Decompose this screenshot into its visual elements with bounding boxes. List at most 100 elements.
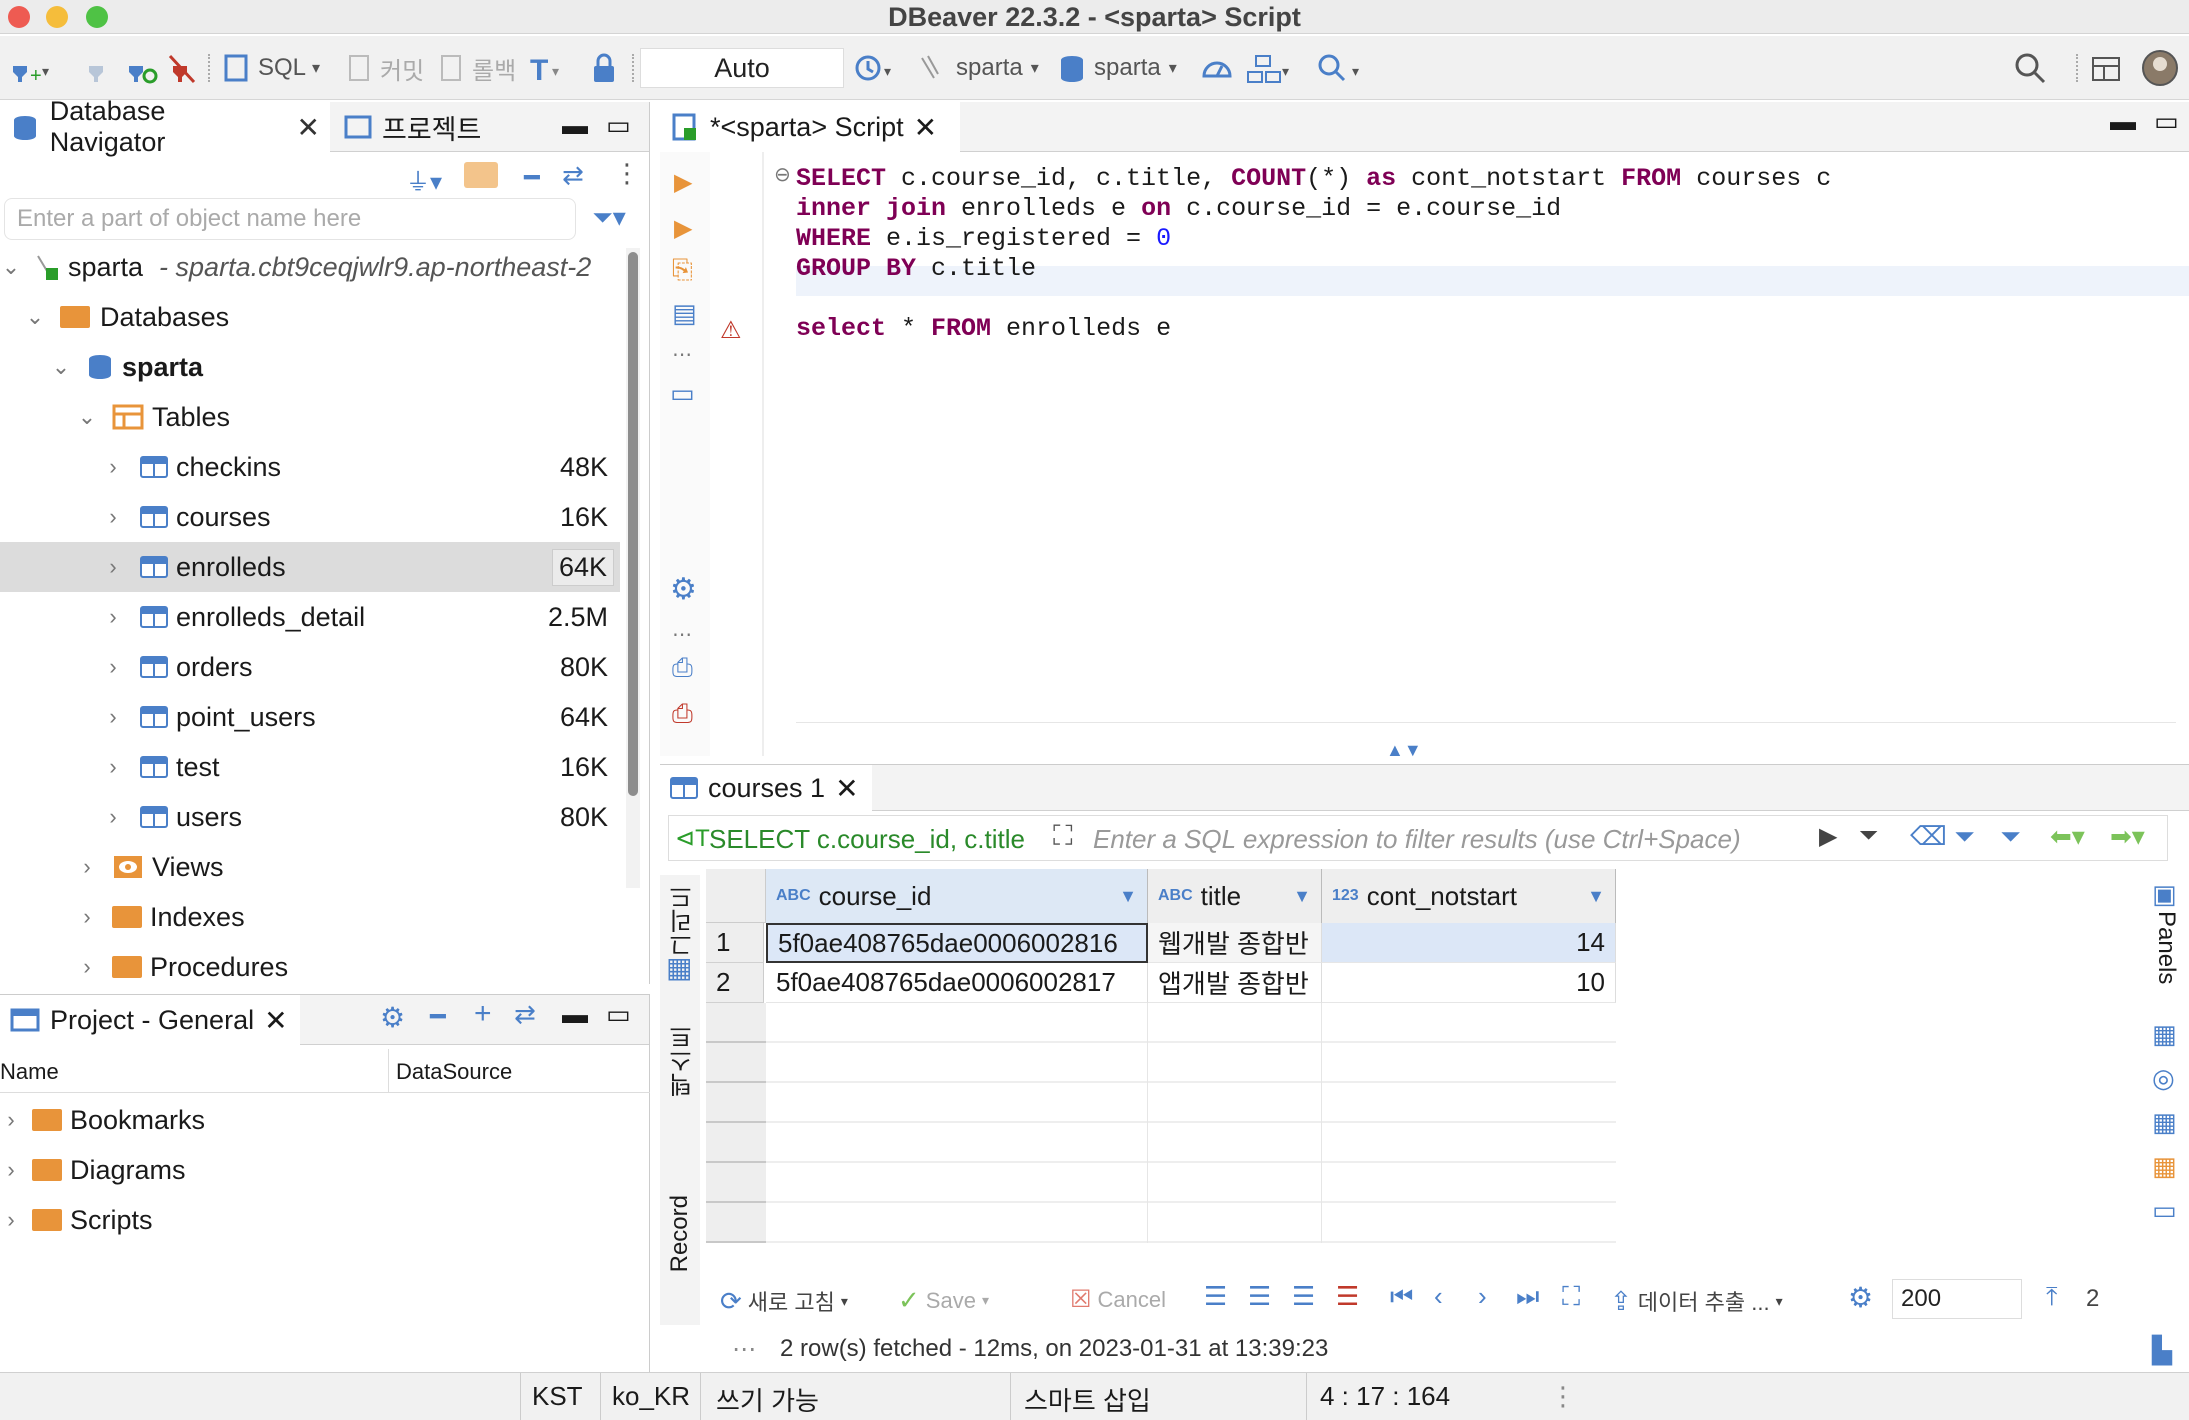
chevron-right-icon[interactable]: › [102, 804, 124, 830]
tree-tables[interactable]: ⌄ Tables [76, 392, 230, 442]
fetch-size-input[interactable]: 200 [1892, 1279, 2022, 1319]
chevron-down-icon[interactable]: ⌄ [50, 354, 72, 380]
transaction-mode-button[interactable]: T ▾ [528, 50, 572, 86]
tree-table-courses[interactable]: › courses 16K [0, 492, 620, 542]
collapse-all-icon[interactable]: ━ [524, 162, 540, 193]
open-file-icon[interactable]: ⎙ [672, 652, 693, 684]
sort-dropdown-icon[interactable]: ▼ [1587, 886, 1605, 907]
column-datasource-header[interactable]: DataSource [396, 1059, 512, 1085]
filter-settings-icon[interactable]: ⏷ [1954, 821, 1975, 853]
connect-button[interactable] [84, 50, 110, 86]
new-folder-icon[interactable] [464, 162, 498, 188]
tree-procedures[interactable]: › Procedures [76, 942, 288, 992]
cell-cont-notstart[interactable]: 10 [1322, 963, 1616, 1003]
lock-button[interactable] [590, 50, 618, 86]
back-arrow-icon[interactable]: ⬅▾ [2050, 821, 2085, 852]
previous-page-icon[interactable]: ‹ [1434, 1281, 1443, 1312]
forward-arrow-icon[interactable]: ➡▾ [2110, 821, 2145, 852]
row-count-icon[interactable]: ⤒ [2046, 1281, 2058, 1313]
cell-cont-notstart[interactable]: 14 [1322, 923, 1616, 963]
expand-icon[interactable]: ⛶ [1053, 820, 1073, 853]
commit-button[interactable]: 커밋 [346, 50, 424, 86]
status-more-icon[interactable]: ⋮ [1550, 1381, 1576, 1412]
chevron-down-icon[interactable]: ⌄ [24, 304, 46, 330]
tab-record[interactable]: Record [666, 1195, 694, 1272]
query-label[interactable]: SELECT c.course_id, c.title [709, 824, 1025, 855]
tree-table-enrolleds[interactable]: › enrolleds 64K [0, 542, 620, 592]
chevron-right-icon[interactable]: › [0, 1207, 22, 1233]
sort-dropdown-icon[interactable]: ▼ [1119, 886, 1137, 907]
explain-plan-icon[interactable]: ▤ [672, 298, 697, 329]
open-perspective-button[interactable] [2090, 50, 2124, 86]
link-editor-icon[interactable]: ⇄ [562, 160, 584, 191]
cancel-button[interactable]: ☒ Cancel [1070, 1285, 1166, 1314]
minimize-icon[interactable]: ▬ [562, 999, 588, 1030]
row-number[interactable]: 2 [706, 963, 764, 1003]
warning-icon[interactable]: ⚠ [720, 316, 742, 345]
copy-row-icon[interactable]: ☰ [1292, 1281, 1315, 1312]
chevron-right-icon[interactable]: › [0, 1157, 22, 1183]
tree-table-test[interactable]: › test 16K [0, 742, 620, 792]
filter-history-icon[interactable]: ⏷ [1859, 822, 1878, 850]
tab-database-navigator[interactable]: Database Navigator ✕ [0, 96, 330, 157]
tree-scripts[interactable]: › Scripts [0, 1195, 152, 1245]
last-page-icon[interactable]: ⏭ [1516, 1281, 1539, 1313]
metadata-icon[interactable]: ◎ [2152, 1063, 2175, 1094]
gear-icon[interactable]: ⚙ [1848, 1281, 1873, 1314]
collapse-icon[interactable]: ━ [430, 1001, 446, 1032]
calc-icon[interactable]: ▦ [2152, 1107, 2177, 1138]
tree-table-checkins[interactable]: › checkins 48K [0, 442, 620, 492]
editor-hscroll[interactable] [796, 722, 2176, 732]
chevron-right-icon[interactable]: › [102, 454, 124, 480]
chevron-right-icon[interactable]: › [102, 604, 124, 630]
fetch-all-icon[interactable]: ⛶ [1562, 1281, 1580, 1313]
gear-icon[interactable]: ⚙ [380, 1001, 405, 1034]
tab-results-courses[interactable]: courses 1 ✕ [660, 765, 872, 811]
datasource-selector[interactable]: sparta ▾ [918, 50, 1039, 86]
close-icon[interactable]: ✕ [264, 1004, 287, 1037]
chevron-right-icon[interactable]: › [76, 954, 98, 980]
layout-icon[interactable]: ▭ [2152, 1195, 2177, 1226]
dashboard-button[interactable] [1200, 50, 1234, 86]
search-button[interactable]: ▾ [1316, 50, 1366, 86]
chevron-right-icon[interactable]: › [76, 904, 98, 930]
restore-icon[interactable]: ▙ [2152, 1335, 2172, 1366]
execute-new-tab-icon[interactable]: ▶ [674, 214, 692, 243]
chevron-right-icon[interactable]: › [102, 704, 124, 730]
maximize-icon[interactable]: ▭ [606, 110, 631, 141]
apply-filter-icon[interactable]: ▶ [1819, 822, 1837, 851]
tree-table-users[interactable]: › users 80K [0, 792, 620, 842]
schema-selector[interactable]: sparta ▾ [1058, 50, 1177, 86]
column-header-cont-notstart[interactable]: 123 cont_notstart ▼ [1322, 869, 1616, 923]
chevron-right-icon[interactable]: › [0, 1107, 22, 1133]
panels-icon[interactable]: ▣ [2152, 879, 2177, 910]
tree-database-sparta[interactable]: ⌄ sparta [50, 342, 203, 392]
tab-sparta-script[interactable]: *<sparta> Script ✕ [660, 102, 960, 152]
link-icon[interactable]: ⇄ [514, 999, 536, 1030]
refresh-button[interactable]: ⟳ 새로 고침 ▾ [720, 1285, 848, 1317]
panels-label[interactable]: Panels [2152, 911, 2180, 984]
chevron-right-icon[interactable]: › [102, 654, 124, 680]
tree-views[interactable]: › Views [76, 842, 223, 892]
execute-statement-icon[interactable]: ▶ [674, 168, 692, 197]
grouping-icon[interactable]: ▦ [2152, 1151, 2177, 1182]
maximize-icon[interactable]: ▭ [2154, 106, 2179, 137]
value-viewer-icon[interactable]: ▦ [2152, 1019, 2177, 1050]
edit-row-icon[interactable]: ☰ [1204, 1281, 1227, 1312]
view-menu-icon[interactable]: ⋮ [614, 158, 640, 189]
sql-code-area[interactable]: SELECT c.course_id, c.title, COUNT(*) as… [796, 158, 2176, 618]
minimize-icon[interactable]: ▬ [562, 110, 588, 141]
filter-icon[interactable]: ⏷▾ [592, 202, 626, 234]
chevron-down-icon[interactable]: ⌄ [76, 404, 98, 430]
terminal-icon[interactable]: ▭ [670, 378, 695, 409]
scrollbar-thumb[interactable] [628, 252, 638, 796]
add-icon[interactable]: + [474, 997, 492, 1031]
save-button[interactable]: ✓ Save ▾ [898, 1285, 989, 1316]
row-number[interactable]: 1 [706, 923, 764, 963]
chevron-right-icon[interactable]: › [102, 504, 124, 530]
close-icon[interactable]: ✕ [835, 772, 858, 805]
tab-project-general[interactable]: Project - General ✕ [0, 995, 300, 1045]
sort-dropdown-icon[interactable]: ▼ [1293, 886, 1311, 907]
chevron-right-icon[interactable]: › [102, 554, 124, 580]
chevron-right-icon[interactable]: › [76, 854, 98, 880]
